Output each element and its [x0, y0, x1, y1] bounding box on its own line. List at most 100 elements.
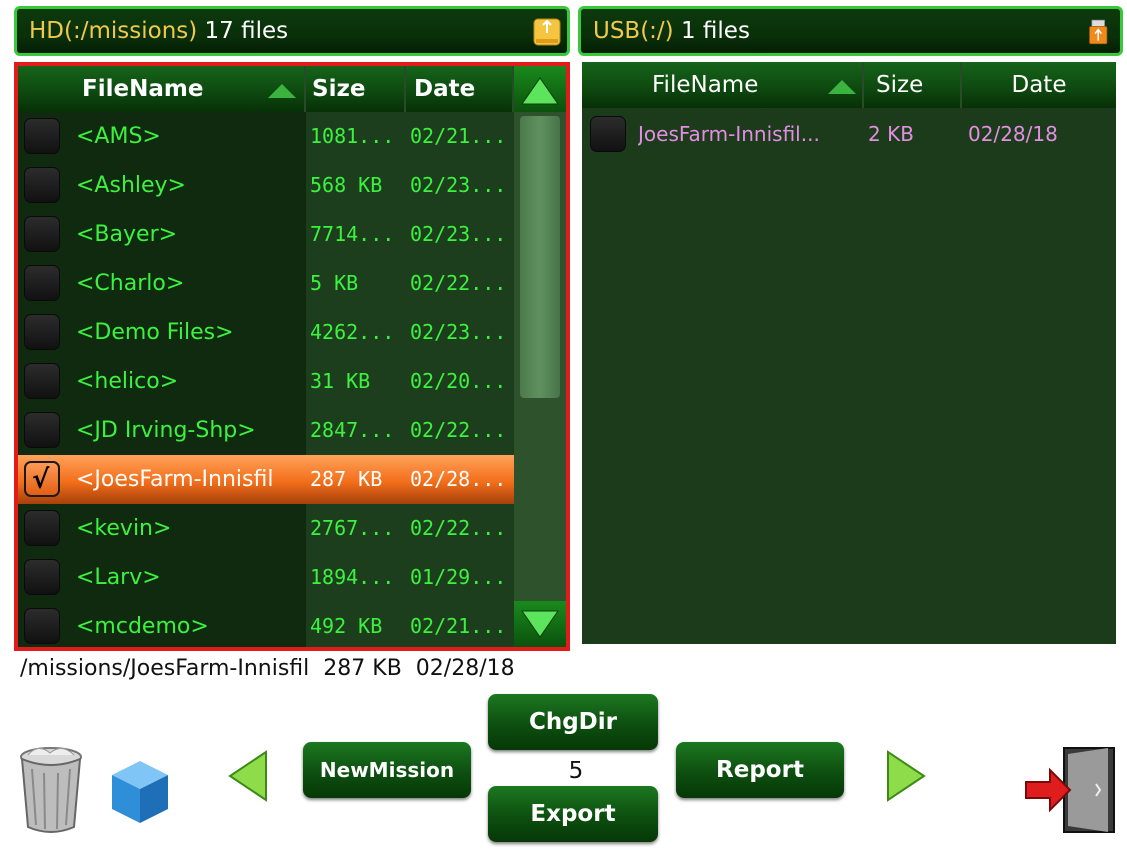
column-header-date[interactable]: Date	[406, 66, 514, 112]
file-size: 2767...	[310, 516, 395, 540]
file-name: <JD Irving-Shp>	[76, 418, 256, 443]
table-row[interactable]: <mcdemo> 492 KB 02/21...	[18, 602, 514, 651]
table-row[interactable]: <JD Irving-Shp> 2847... 02/22...	[18, 406, 514, 455]
hd-file-count: 17 files	[204, 18, 289, 44]
usb-file-count: 1 files	[680, 18, 750, 44]
table-row[interactable]: <kevin> 2767... 02/22...	[18, 504, 514, 553]
scroll-thumb[interactable]	[520, 116, 560, 398]
status-size: 287 KB	[323, 656, 402, 681]
usb-panel-header: USB(:/) 1 files	[578, 6, 1123, 56]
file-date: 02/22...	[410, 418, 507, 442]
usb-path-label: USB(:/)	[593, 18, 674, 44]
table-row[interactable]: <Demo Files> 4262... 02/23...	[18, 308, 514, 357]
row-checkbox[interactable]	[24, 559, 60, 595]
row-checkbox[interactable]	[24, 265, 60, 301]
exit-door-icon[interactable]	[1024, 744, 1118, 836]
page-number: 5	[568, 758, 584, 784]
file-size: 7714...	[310, 222, 395, 246]
usb-column-header-size[interactable]: Size	[864, 62, 962, 108]
scrollbar[interactable]	[514, 66, 566, 647]
table-row[interactable]: <AMS> 1081... 02/21...	[18, 112, 514, 161]
table-row[interactable]: <Charlo> 5 KB 02/22...	[18, 259, 514, 308]
scroll-up-button[interactable]	[514, 66, 566, 112]
file-date: 02/21...	[410, 124, 507, 148]
table-row[interactable]: <Ashley> 568 KB 02/23...	[18, 161, 514, 210]
prev-arrow-icon[interactable]	[226, 748, 270, 804]
report-button[interactable]: Report	[676, 742, 844, 798]
file-size: 568 KB	[310, 173, 383, 197]
table-row[interactable]: <Larv> 1894... 01/29...	[18, 553, 514, 602]
row-checkbox[interactable]	[24, 167, 60, 203]
file-date: 02/23...	[410, 222, 507, 246]
hd-file-list[interactable]: FileName Size Date <AMS> 1081... 02/21... <…	[14, 62, 570, 651]
file-size: 4262...	[310, 320, 395, 344]
usb-table-row[interactable]: JoesFarm-Innisfil... 2 KB 02/28/18	[582, 110, 1116, 159]
arrow-down-icon	[521, 610, 559, 638]
chg-dir-button[interactable]: ChgDir	[488, 694, 658, 750]
column-header-filename[interactable]: FileName	[18, 66, 306, 112]
file-date: 02/20...	[410, 369, 507, 393]
table-row[interactable]: <Bayer> 7714... 02/23...	[18, 210, 514, 259]
table-row[interactable]: √ <JoesFarm-Innisfil 287 KB 02/28...	[18, 455, 514, 504]
row-checkbox[interactable]	[24, 412, 60, 448]
scroll-down-button[interactable]	[514, 601, 566, 647]
cube-icon[interactable]	[108, 757, 172, 827]
file-size: 31 KB	[310, 369, 371, 393]
file-name: <Charlo>	[76, 271, 185, 296]
new-mission-button[interactable]: NewMission	[303, 742, 471, 798]
file-name: <Demo Files>	[76, 320, 234, 345]
file-size: 1081...	[310, 124, 395, 148]
file-name: <Ashley>	[76, 173, 186, 198]
file-name: <helico>	[76, 369, 179, 394]
usb-drive-icon[interactable]	[1088, 15, 1110, 49]
file-size: 1894...	[310, 565, 395, 589]
usb-panel-title: USB(:/) 1 files	[593, 18, 750, 44]
row-checkbox[interactable]	[24, 363, 60, 399]
file-date: 02/22...	[410, 271, 507, 295]
file-date: 02/22...	[410, 516, 507, 540]
usb-file-name: JoesFarm-Innisfil...	[638, 122, 820, 146]
file-size: 2847...	[310, 418, 395, 442]
usb-column-header-filename[interactable]: FileName	[582, 62, 864, 108]
trash-can-icon[interactable]	[18, 745, 84, 835]
usb-file-list[interactable]: FileName Size Date JoesFarm-Innisfil... …	[582, 62, 1116, 644]
row-checkbox[interactable]	[24, 608, 60, 644]
sort-ascending-icon	[268, 84, 296, 98]
checkmark-icon: √	[32, 465, 50, 495]
table-row[interactable]: <helico> 31 KB 02/20...	[18, 357, 514, 406]
row-checkbox[interactable]	[24, 216, 60, 252]
row-checkbox[interactable]	[24, 118, 60, 154]
file-name: <Larv>	[76, 565, 161, 590]
file-date: 02/21...	[410, 614, 507, 638]
row-checkbox[interactable]: √	[24, 461, 60, 497]
file-size: 492 KB	[310, 614, 383, 638]
row-checkbox[interactable]	[590, 116, 626, 152]
file-name: <AMS>	[76, 124, 161, 149]
file-date: 02/23...	[410, 173, 507, 197]
file-date: 01/29...	[410, 565, 507, 589]
sort-ascending-icon	[828, 80, 856, 94]
hard-drive-icon[interactable]	[533, 15, 561, 49]
usb-column-header-date[interactable]: Date	[962, 62, 1116, 108]
hd-path-label: HD(:/missions)	[29, 18, 198, 44]
hd-panel-header: HD(:/missions) 17 files	[14, 6, 570, 56]
file-size: 287 KB	[310, 467, 383, 491]
file-date: 02/28...	[410, 467, 507, 491]
usb-file-size: 2 KB	[868, 122, 914, 146]
file-name: <Bayer>	[76, 222, 178, 247]
file-name: <JoesFarm-Innisfil	[76, 467, 274, 492]
status-date: 02/28/18	[415, 656, 515, 681]
next-arrow-icon[interactable]	[884, 748, 928, 804]
hd-panel-title: HD(:/missions) 17 files	[29, 18, 288, 44]
file-date: 02/23...	[410, 320, 507, 344]
file-size: 5 KB	[310, 271, 359, 295]
row-checkbox[interactable]	[24, 510, 60, 546]
arrow-up-icon	[521, 77, 559, 105]
file-name: <mcdemo>	[76, 614, 209, 639]
column-header-size[interactable]: Size	[306, 66, 406, 112]
export-button[interactable]: Export	[488, 786, 658, 842]
selected-file-status: /missions/JoesFarm-Innisfil 287 KB 02/28…	[20, 656, 515, 681]
usb-file-date: 02/28/18	[968, 122, 1058, 146]
file-name: <kevin>	[76, 516, 172, 541]
row-checkbox[interactable]	[24, 314, 60, 350]
